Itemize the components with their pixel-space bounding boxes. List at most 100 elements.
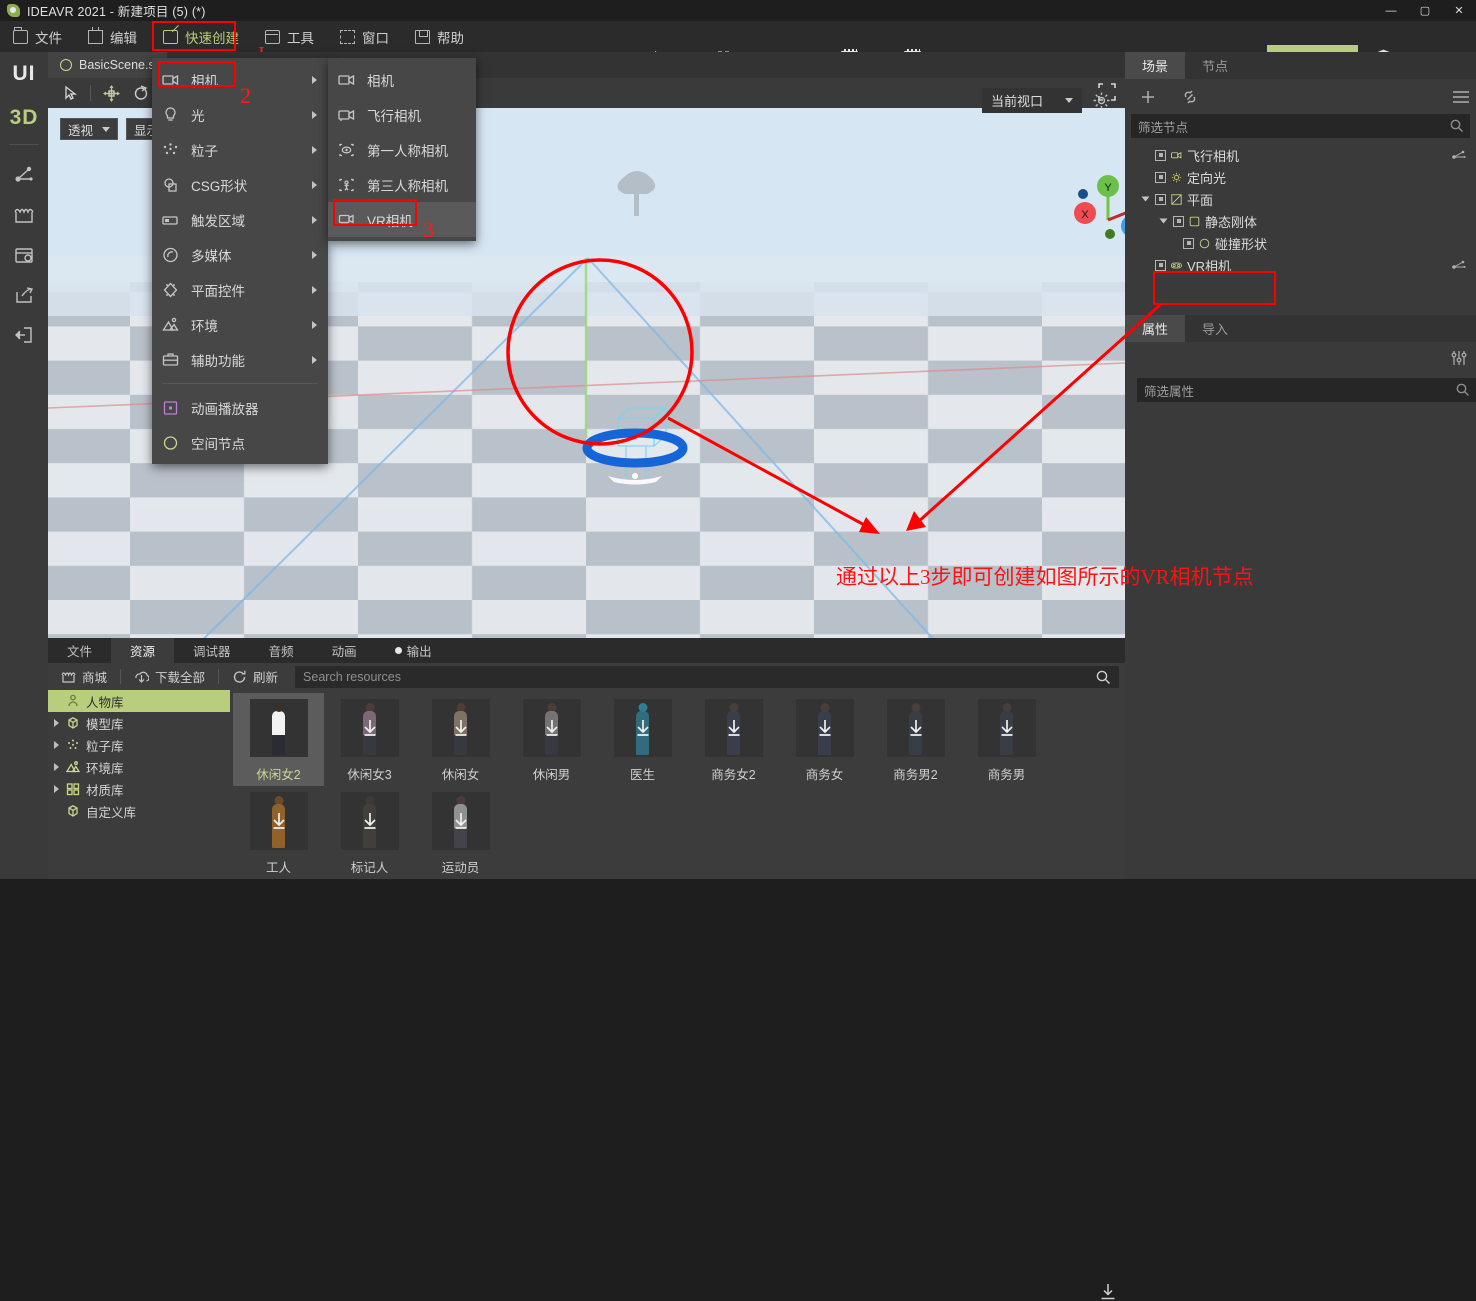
property-filter-input[interactable]: 筛选属性: [1137, 378, 1476, 402]
camera-submenu-item-camera[interactable]: 相机: [328, 62, 476, 97]
camera-submenu-item-vr-camera[interactable]: VR相机: [328, 202, 476, 237]
visibility-toggle-icon[interactable]: [1173, 215, 1184, 227]
minimize-button[interactable]: —: [1374, 0, 1408, 21]
library-item-custom[interactable]: 自定义库: [48, 800, 230, 822]
asset-card[interactable]: 标记人: [324, 786, 415, 879]
create-menu-item-particle[interactable]: 粒子: [152, 132, 328, 167]
tree-node-fly-camera[interactable]: 飞行相机: [1125, 144, 1476, 166]
asset-thumbnail: [249, 699, 308, 757]
mode-3d-button[interactable]: 3D: [0, 96, 48, 140]
add-node-button[interactable]: [1139, 88, 1157, 106]
download-tray-button[interactable]: [1099, 1283, 1117, 1301]
figure-head: [274, 703, 283, 712]
tree-node-collision-shape[interactable]: 碰撞形状: [1125, 232, 1476, 254]
tree-node-directional-light[interactable]: 定向光: [1125, 166, 1476, 188]
chevron-right-icon[interactable]: [54, 785, 59, 793]
menu-help[interactable]: 帮助: [402, 21, 477, 52]
scene-menu-button[interactable]: [1452, 90, 1470, 104]
create-menu-item-aux[interactable]: 辅助功能: [152, 342, 328, 377]
visibility-toggle-icon[interactable]: [1155, 171, 1166, 183]
tab-files[interactable]: 文件: [48, 638, 111, 663]
third-person-camera-icon: [338, 177, 355, 193]
camera-submenu-vr-camera-label: VR相机: [367, 213, 413, 229]
asset-card[interactable]: 休闲女2: [233, 693, 324, 786]
library-item-materials[interactable]: 材质库: [48, 778, 230, 800]
camera-submenu-item-fly-camera[interactable]: 飞行相机: [328, 97, 476, 132]
tab-scene[interactable]: 场景: [1125, 52, 1186, 79]
tab-animation[interactable]: 动画: [313, 638, 376, 663]
refresh-button[interactable]: 刷新: [219, 663, 291, 690]
viewport-selector[interactable]: 当前视口: [981, 88, 1082, 113]
library-item-people[interactable]: 人物库: [48, 690, 230, 712]
tab-output[interactable]: 输出: [376, 638, 451, 663]
asset-card[interactable]: 工人: [233, 786, 324, 879]
asset-card[interactable]: 休闲女: [415, 693, 506, 786]
visibility-toggle-icon[interactable]: [1155, 259, 1166, 271]
camera-submenu-item-third-person[interactable]: 第三人称相机: [328, 167, 476, 202]
expander-icon[interactable]: [1159, 218, 1168, 224]
node-filter-input[interactable]: 筛选节点: [1131, 114, 1470, 138]
visibility-toggle-icon[interactable]: [1155, 149, 1166, 161]
camera-submenu-item-first-person[interactable]: 第一人称相机: [328, 132, 476, 167]
tab-audio[interactable]: 音频: [250, 638, 313, 663]
menu-window[interactable]: 窗口: [327, 21, 402, 52]
asset-card[interactable]: 商务男2: [870, 693, 961, 786]
tree-node-plane[interactable]: 平面: [1125, 188, 1476, 210]
asset-card[interactable]: 商务男: [961, 693, 1052, 786]
link-node-button[interactable]: [1181, 88, 1199, 106]
script-icon[interactable]: [1452, 149, 1466, 161]
asset-card[interactable]: 商务女: [779, 693, 870, 786]
asset-card[interactable]: 休闲男: [506, 693, 597, 786]
property-sort-button[interactable]: [1450, 350, 1468, 366]
chevron-right-icon[interactable]: [54, 719, 59, 727]
asset-card[interactable]: 医生: [597, 693, 688, 786]
move-tool-button[interactable]: [97, 80, 125, 106]
menu-edit[interactable]: 编辑: [75, 21, 150, 52]
tree-node-static-body[interactable]: 静态刚体: [1125, 210, 1476, 232]
viewport-settings-button[interactable]: [1092, 91, 1111, 110]
chevron-right-icon[interactable]: [54, 741, 59, 749]
projection-select[interactable]: 透视: [60, 118, 119, 140]
create-menu-item-multimedia[interactable]: 多媒体: [152, 237, 328, 272]
library-item-models[interactable]: 模型库: [48, 712, 230, 734]
create-menu-item-environment[interactable]: 环境: [152, 307, 328, 342]
menu-quick-create[interactable]: 快速创建: [150, 21, 252, 52]
create-menu-item-csg[interactable]: CSG形状: [152, 167, 328, 202]
resource-search-input[interactable]: Search resources: [295, 665, 1119, 688]
create-menu-item-animation-player[interactable]: 动画播放器: [152, 390, 328, 425]
library-item-environment[interactable]: 环境库: [48, 756, 230, 778]
tab-import[interactable]: 导入: [1185, 315, 1245, 342]
store-button[interactable]: [0, 195, 48, 235]
download-all-button[interactable]: 下载全部: [121, 663, 218, 690]
visibility-toggle-icon[interactable]: [1155, 193, 1166, 205]
asset-card[interactable]: 商务女2: [688, 693, 779, 786]
script-icon[interactable]: [1452, 259, 1466, 271]
tab-debugger[interactable]: 调试器: [174, 638, 250, 663]
person-icon: [66, 694, 80, 708]
chevron-right-icon[interactable]: [54, 763, 59, 771]
rotate-tool-button[interactable]: [127, 80, 155, 106]
export-button[interactable]: [0, 275, 48, 315]
library-item-particles[interactable]: 粒子库: [48, 734, 230, 756]
store-button[interactable]: 商城: [48, 663, 120, 690]
expander-icon[interactable]: [1141, 196, 1150, 202]
scene-tab-basicscene[interactable]: BasicScene.s: [48, 52, 167, 78]
select-tool-button[interactable]: [56, 80, 84, 106]
create-menu-item-trigger[interactable]: 触发区域: [152, 202, 328, 237]
tab-resources[interactable]: 资源: [111, 638, 175, 663]
exit-button[interactable]: [0, 315, 48, 355]
mode-ui-button[interactable]: UI: [0, 52, 48, 96]
menu-file[interactable]: 文件: [0, 21, 75, 52]
close-button[interactable]: ✕: [1442, 0, 1476, 21]
asset-card[interactable]: 休闲女3: [324, 693, 415, 786]
tree-node-vr-camera[interactable]: VR相机: [1125, 254, 1476, 276]
tab-node[interactable]: 节点: [1185, 52, 1245, 79]
tab-properties[interactable]: 属性: [1125, 315, 1186, 342]
asset-card[interactable]: 运动员: [415, 786, 506, 879]
maximize-button[interactable]: ▢: [1408, 0, 1442, 21]
panel-settings-button[interactable]: [0, 235, 48, 275]
create-menu-item-plane-widget[interactable]: 平面控件: [152, 272, 328, 307]
visibility-toggle-icon[interactable]: [1183, 237, 1194, 249]
create-menu-item-spatial-node[interactable]: 空间节点: [152, 425, 328, 460]
blueprint-button[interactable]: [0, 155, 48, 195]
